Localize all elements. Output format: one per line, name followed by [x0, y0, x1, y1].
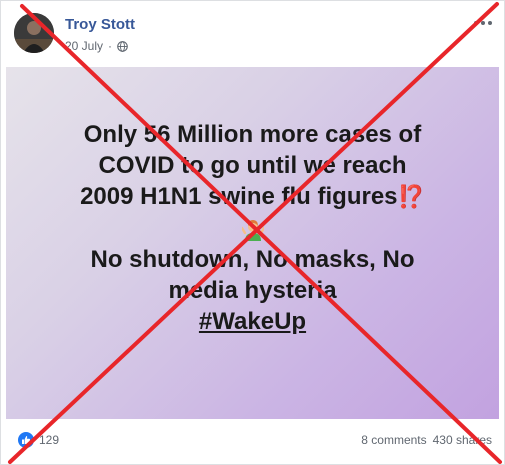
like-icon [18, 432, 34, 448]
interrobang-emoji: ⁉️ [397, 185, 425, 210]
hashtag-line: #WakeUp [6, 306, 499, 337]
post-date[interactable]: 20 July [65, 39, 103, 53]
post-header: Troy Stott 20 July · [1, 1, 504, 67]
author-name[interactable]: Troy Stott [65, 16, 135, 33]
avatar[interactable] [14, 13, 54, 53]
image-line-4: No shutdown, No masks, No [90, 246, 415, 273]
post-image[interactable]: Only 56 Million more cases of COVID to g… [6, 67, 499, 419]
image-line-2: COVID to go until we reach [98, 152, 407, 179]
emoji-line [6, 213, 499, 244]
shares-count[interactable]: 430 shares [433, 433, 492, 447]
hashtag-link[interactable]: #WakeUp [199, 306, 306, 337]
image-line-3-text: 2009 H1N1 swine flu figures [80, 183, 398, 210]
facebook-post: Troy Stott 20 July · Only 56 Million mor… [0, 0, 505, 465]
reaction-count: 129 [39, 433, 60, 447]
avatar-image [14, 13, 54, 53]
reactions[interactable]: 129 [18, 432, 59, 448]
post-meta: 20 July · [65, 39, 128, 53]
globe-icon [117, 40, 128, 52]
image-text: Only 56 Million more cases of COVID to g… [6, 119, 499, 337]
image-line-3: 2009 H1N1 swine flu figures⁉️ [6, 181, 499, 213]
post-stats: 8 comments 430 shares [361, 433, 492, 447]
person-shrugging-icon [241, 219, 264, 241]
image-line-1: Only 56 Million more cases of [83, 121, 422, 148]
image-line-5: media hysteria [168, 277, 337, 304]
comments-count[interactable]: 8 comments [361, 433, 426, 447]
more-options-icon[interactable] [470, 13, 496, 33]
post-footer: 129 8 comments 430 shares [1, 421, 504, 464]
meta-separator: · [108, 39, 113, 53]
